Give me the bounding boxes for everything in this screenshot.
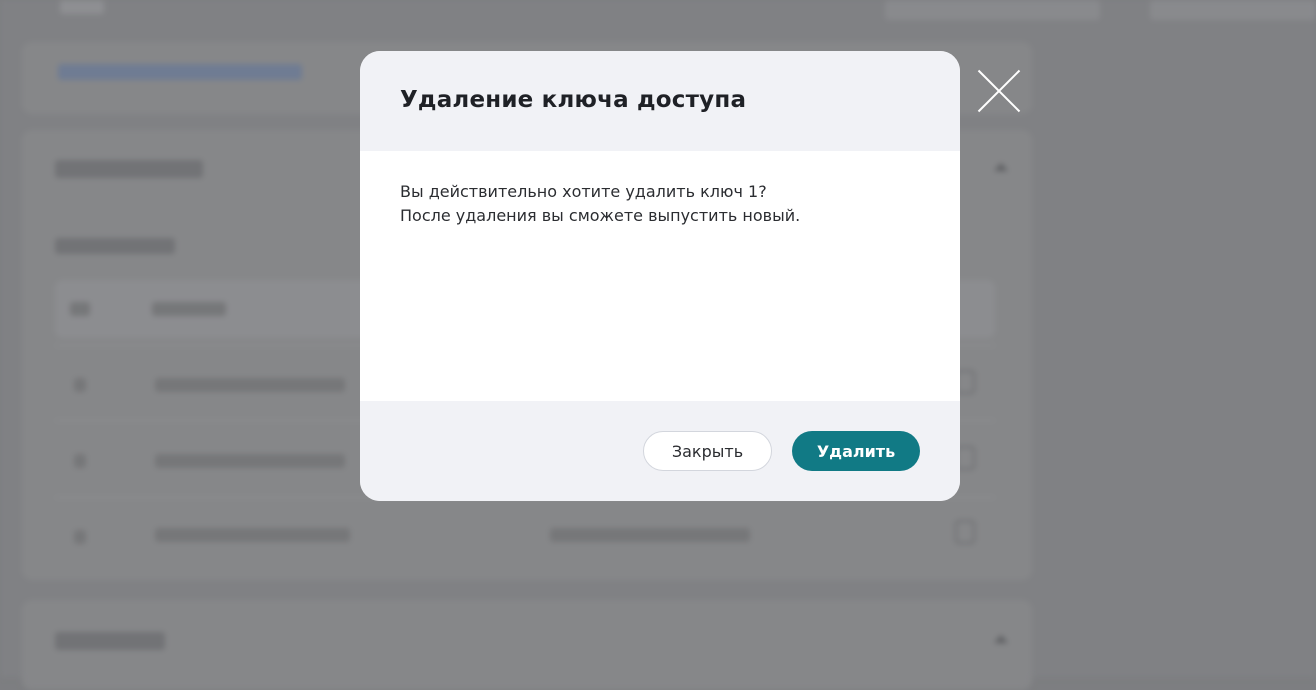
background-topbar-item [1150,0,1316,20]
background-cell [155,454,345,468]
background-cell [155,528,350,542]
background-topbar [0,0,1316,32]
background-cell [152,302,226,316]
delete-key-dialog: Удаление ключа доступа Вы действительно … [360,51,960,501]
background-section-heading [55,632,165,650]
close-button[interactable]: Закрыть [643,431,772,471]
dialog-message-line-1: Вы действительно хотите удалить ключ 1? [400,182,767,201]
dialog-title: Удаление ключа доступа [400,87,747,113]
background-cell [74,530,86,544]
chevron-up-icon [994,163,1008,171]
background-cell [74,454,86,468]
background-section-heading [55,160,203,178]
chevron-up-icon [994,635,1008,643]
background-cell [74,378,86,392]
background-link [58,64,302,80]
background-topbar-item [885,0,1100,20]
background-cell [70,302,90,316]
background-cell [155,378,345,392]
dialog-header: Удаление ключа доступа [360,51,960,151]
background-cell [550,528,750,542]
background-row-icon [955,520,975,544]
dialog-footer: Закрыть Удалить [360,401,960,501]
dialog-message-line-2: После удаления вы сможете выпустить новы… [400,206,801,225]
dialog-body: Вы действительно хотите удалить ключ 1? … [360,151,960,401]
delete-button[interactable]: Удалить [792,431,920,471]
close-icon[interactable] [978,70,1020,112]
background-topbar-item [60,0,104,14]
background-subheading [55,238,175,254]
